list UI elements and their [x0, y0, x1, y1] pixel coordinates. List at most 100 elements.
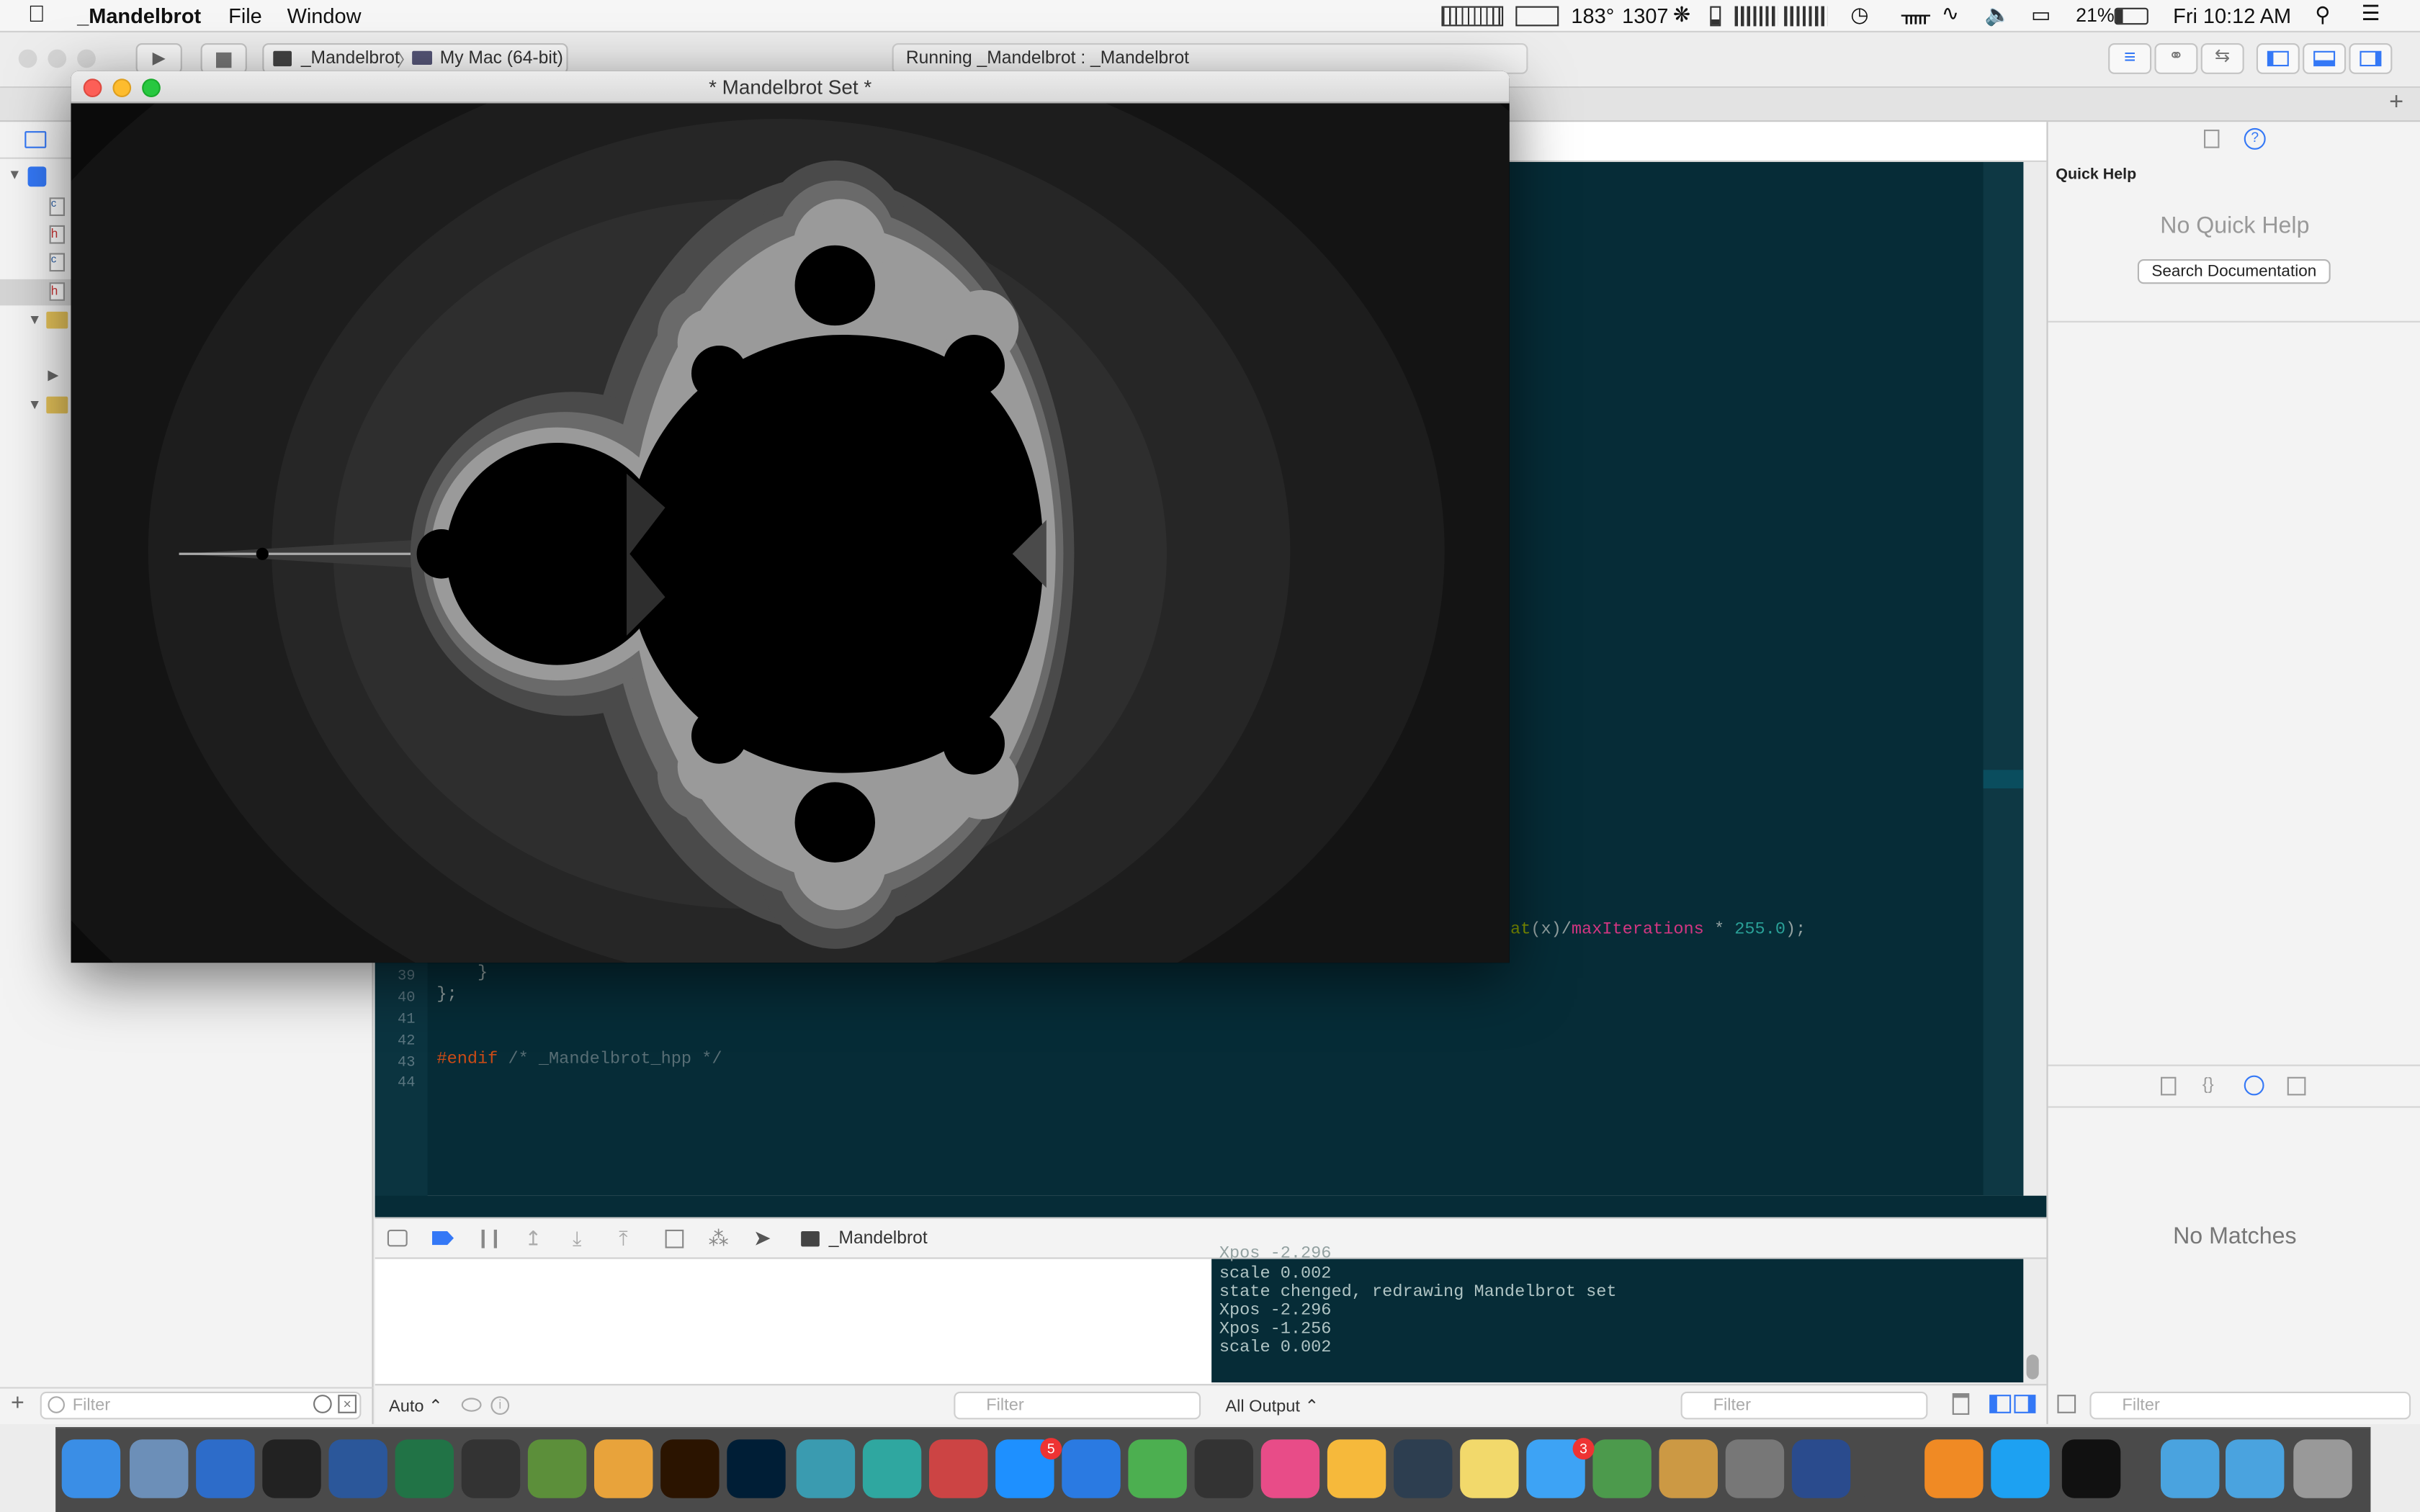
xcode-minimize-button[interactable] [48, 49, 67, 68]
standard-editor-button[interactable]: ≡ [2108, 43, 2152, 74]
menu-window[interactable]: Window [287, 4, 362, 27]
header-file-icon[interactable]: h [49, 282, 65, 301]
applications-dock-icon[interactable] [2161, 1439, 2220, 1498]
grid-view-icon[interactable] [2057, 1395, 2076, 1413]
console-output[interactable]: Xpos -2.296 scale 0.002 state chenged, r… [1211, 1245, 2024, 1382]
notes-dock-icon[interactable] [1460, 1439, 1519, 1498]
compressor-dock-icon[interactable] [1194, 1439, 1253, 1498]
photoshop-dock-icon[interactable] [727, 1439, 786, 1498]
fan-icon[interactable]: ❋ [1673, 3, 1690, 27]
toggle-utilities-button[interactable] [2349, 43, 2393, 74]
project-icon[interactable] [27, 166, 47, 187]
unity-dock-icon[interactable] [461, 1439, 521, 1498]
auto-variables-selector[interactable]: Auto ⌃ [389, 1396, 443, 1416]
disk-graph-icon[interactable] [1784, 6, 1828, 27]
scheme-device[interactable]: My Mac (64-bit) [440, 50, 563, 68]
library-filter-input[interactable]: Filter [2089, 1391, 2411, 1420]
time-machine-icon[interactable]: ◷ [1850, 3, 1868, 27]
trash-dock-icon[interactable] [2293, 1439, 2352, 1498]
mudbox-dock-icon[interactable] [862, 1439, 922, 1498]
apple-icon[interactable]:  [28, 1, 45, 27]
xcode-zoom-button[interactable] [77, 49, 96, 68]
spotlight-icon[interactable]: ⚲ [2315, 3, 2330, 27]
code-line-39[interactable]: } [436, 964, 488, 983]
battery-percent[interactable]: 21% [2076, 4, 2115, 26]
console-scrollbar[interactable] [2026, 1354, 2039, 1380]
disclosure-down-icon[interactable]: ▼ [28, 397, 42, 412]
variables-view[interactable] [375, 1259, 1212, 1389]
disclosure-down-icon[interactable]: ▼ [28, 312, 42, 327]
finder-dock-icon[interactable] [61, 1439, 121, 1498]
wifi-icon[interactable]: ∿ [1942, 1, 1959, 26]
recent-files-icon[interactable] [313, 1395, 332, 1413]
battery-icon[interactable] [2114, 7, 2148, 25]
system-preferences-dock-icon[interactable] [1725, 1439, 1785, 1498]
cpp-file-icon[interactable]: c [49, 197, 65, 216]
process-name[interactable]: _Mandelbrot [829, 1230, 928, 1248]
itunes-dock-icon[interactable] [1260, 1439, 1320, 1498]
sublime-text-dock-icon[interactable] [1858, 1439, 1917, 1498]
scheme-selector[interactable]: _Mandelbrot 〉 My Mac (64-bit) [262, 43, 568, 74]
xcode-close-button[interactable] [18, 49, 37, 68]
preview-dock-icon[interactable] [130, 1439, 189, 1498]
output-selector[interactable]: All Output ⌃ [1225, 1396, 1319, 1416]
trash-icon[interactable] [1952, 1392, 1970, 1415]
minecraft-dock-icon[interactable] [527, 1439, 587, 1498]
fan-speed-label[interactable]: 1307 [1622, 4, 1668, 27]
header-file-icon[interactable]: h [49, 225, 65, 244]
menu-file[interactable]: File [228, 4, 262, 27]
temperature-label[interactable]: 183° [1571, 4, 1614, 27]
source-control-filter-icon[interactable]: × [338, 1395, 357, 1413]
file-inspector-icon[interactable] [2204, 130, 2220, 148]
activity-dock-icon[interactable] [1393, 1439, 1453, 1498]
vlc-dock-icon[interactable] [1924, 1439, 1984, 1498]
notification-center-icon[interactable]: ☰ [2362, 1, 2380, 26]
cpp-file-icon[interactable]: c [49, 253, 65, 272]
pause-icon[interactable] [481, 1229, 497, 1248]
file-template-library-icon[interactable] [2161, 1076, 2177, 1096]
scheme-target[interactable]: _Mandelbrot [301, 50, 400, 68]
airplay-icon[interactable]: ▭ [2031, 3, 2051, 27]
downloads-dock-icon[interactable] [2226, 1439, 2285, 1498]
add-file-icon[interactable]: + [11, 1390, 24, 1416]
pages-dock-icon[interactable] [594, 1439, 653, 1498]
stop-button[interactable] [200, 43, 247, 74]
terminal-2-dock-icon[interactable] [2061, 1439, 2121, 1498]
illustrator-dock-icon[interactable] [660, 1439, 720, 1498]
split-right-icon[interactable] [2014, 1395, 2036, 1413]
group-folder-icon[interactable] [46, 396, 68, 414]
mandelbrot-titlebar[interactable]: * Mandelbrot Set * [71, 71, 1510, 104]
app-menu[interactable]: _Mandelbrot [77, 4, 201, 27]
split-left-icon[interactable] [1989, 1395, 2012, 1413]
step-out-icon[interactable]: ⤒ [619, 1227, 627, 1251]
disclosure-down-icon[interactable]: ▼ [8, 166, 22, 181]
toggle-debug-area-button[interactable] [2303, 43, 2347, 74]
maya-dock-icon[interactable] [796, 1439, 856, 1498]
step-over-icon[interactable]: ↥ [525, 1227, 542, 1251]
volume-icon[interactable]: 🔈 [1985, 3, 2011, 27]
step-into-icon[interactable]: ⤓ [573, 1227, 581, 1251]
xcode-dock-icon[interactable] [196, 1439, 255, 1498]
folder-icon[interactable] [24, 131, 47, 148]
mandelbrot-canvas[interactable] [71, 103, 1510, 963]
disclosure-right-icon[interactable]: ▶ [48, 367, 58, 384]
rocket-dock-icon[interactable] [1659, 1439, 1718, 1498]
eye-icon[interactable] [461, 1398, 482, 1412]
network-graph-icon[interactable] [1734, 6, 1778, 27]
clock[interactable]: Fri 10:12 AM [2173, 4, 2291, 27]
maps-dock-icon[interactable] [1592, 1439, 1652, 1498]
cpu-graph-icon[interactable] [1441, 6, 1504, 27]
memory-graph-icon[interactable]: ⁂ [709, 1227, 729, 1251]
safari-dock-icon[interactable] [1062, 1439, 1121, 1498]
group-folder-icon[interactable] [46, 311, 68, 329]
assistant-editor-button[interactable]: ⚭ [2154, 43, 2198, 74]
object-library-icon[interactable] [2244, 1075, 2264, 1096]
simulate-location-icon[interactable]: ➤ [753, 1225, 771, 1251]
version-editor-button[interactable]: ⇆ [2200, 43, 2244, 74]
info-icon[interactable]: i [490, 1396, 510, 1415]
view-hierarchy-icon[interactable] [665, 1229, 684, 1248]
bluetooth-icon[interactable]: ᚅ [1901, 3, 1930, 27]
skype-dock-icon[interactable] [1991, 1439, 2050, 1498]
battery-meter-icon[interactable] [1710, 6, 1721, 27]
console-filter-input[interactable]: Filter [1680, 1391, 1928, 1420]
